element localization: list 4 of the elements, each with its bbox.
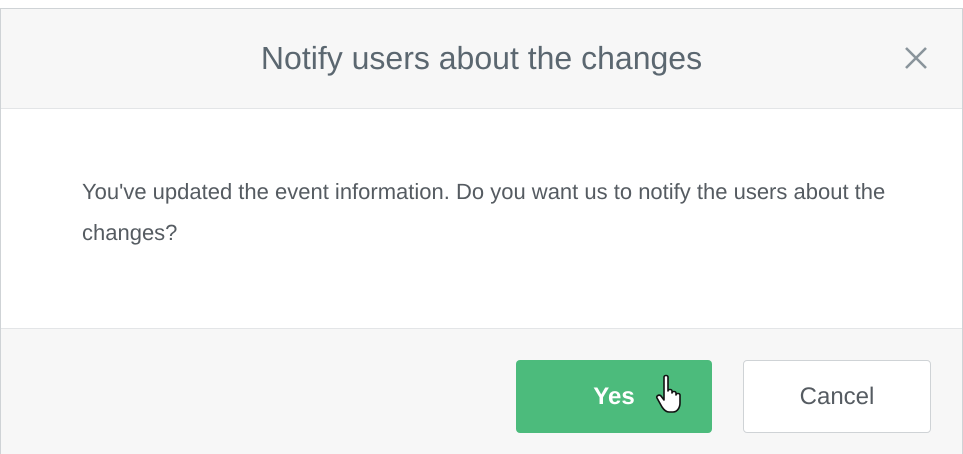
dialog-title: Notify users about the changes bbox=[260, 40, 702, 77]
dialog-message: You've updated the event information. Do you want us to notify the users about the changes? bbox=[82, 178, 886, 247]
cancel-button[interactable]: Cancel bbox=[743, 360, 931, 433]
close-icon[interactable] bbox=[903, 45, 929, 71]
